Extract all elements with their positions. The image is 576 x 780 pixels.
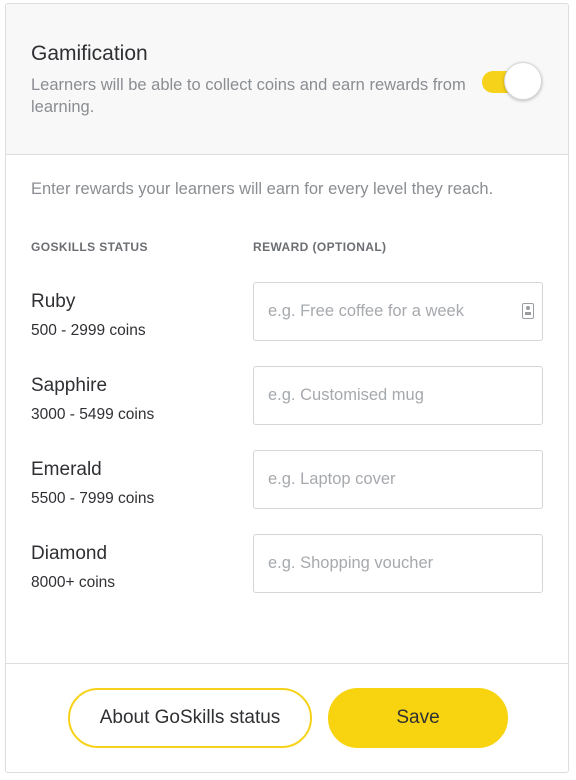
level-name: Diamond bbox=[31, 543, 108, 564]
toggle-knob bbox=[504, 62, 542, 100]
contact-card-icon[interactable] bbox=[522, 303, 534, 319]
save-button[interactable]: Save bbox=[328, 688, 508, 748]
level-name: Sapphire bbox=[31, 375, 108, 396]
gamification-header: Gamification Learners will be able to co… bbox=[6, 4, 568, 155]
level-row-diamond: Diamond 8000+ coins bbox=[6, 534, 568, 613]
level-row-sapphire: Sapphire 3000 - 5499 coins bbox=[6, 366, 568, 445]
section-description: Learners will be able to collect coins a… bbox=[31, 76, 466, 116]
reward-input-ruby[interactable] bbox=[253, 282, 543, 341]
reward-input-emerald[interactable] bbox=[253, 450, 543, 509]
column-header-reward: REWARD (OPTIONAL) bbox=[253, 240, 387, 254]
level-name: Ruby bbox=[31, 291, 76, 312]
gamification-toggle[interactable] bbox=[482, 62, 544, 102]
level-coins: 500 - 2999 coins bbox=[31, 322, 146, 339]
column-header-status: GOSKILLS STATUS bbox=[31, 240, 148, 254]
level-coins: 5500 - 7999 coins bbox=[31, 490, 155, 507]
level-coins: 8000+ coins bbox=[31, 574, 116, 591]
level-row-ruby: Ruby 500 - 2999 coins bbox=[6, 282, 568, 361]
rewards-intro-text: Enter rewards your learners will earn fo… bbox=[31, 180, 494, 198]
about-goskills-status-button[interactable]: About GoSkills status bbox=[68, 688, 312, 748]
reward-input-diamond[interactable] bbox=[253, 534, 543, 593]
section-title: Gamification bbox=[31, 42, 148, 65]
level-coins: 3000 - 5499 coins bbox=[31, 406, 155, 423]
reward-input-sapphire[interactable] bbox=[253, 366, 543, 425]
footer-divider bbox=[6, 663, 568, 664]
level-name: Emerald bbox=[31, 459, 102, 480]
level-row-emerald: Emerald 5500 - 7999 coins bbox=[6, 450, 568, 529]
gamification-panel: Gamification Learners will be able to co… bbox=[5, 3, 569, 773]
